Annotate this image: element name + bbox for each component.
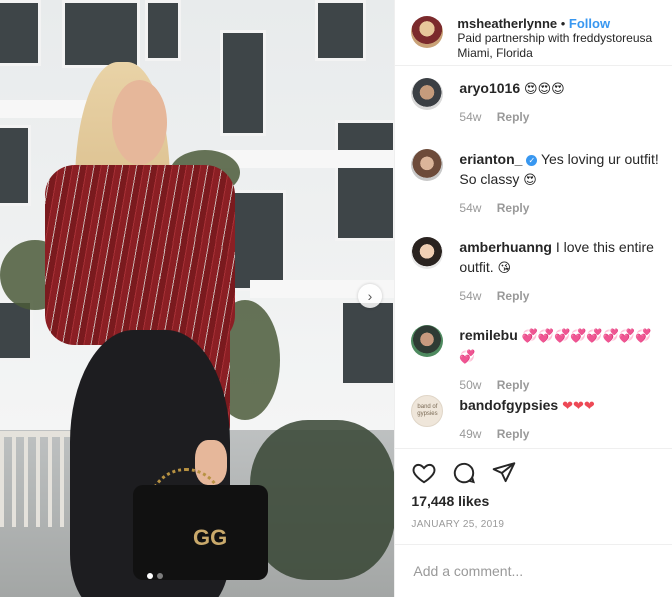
likes-count[interactable]: 17,448 likes [411,493,656,509]
comment-meta: 54w Reply [459,286,664,306]
comment: band of gypsies bandofgypsies ❤❤❤ 49w Re… [411,395,664,444]
post-actions: 17,448 likes JANUARY 25, 2019 [395,448,672,530]
comment-age[interactable]: 49w [459,427,481,441]
building-window [230,190,286,291]
carousel-dot-active [147,573,153,579]
comment-body: amberhuanng I love this entire outfit. 😘… [459,237,664,306]
post-header: msheatherlynne • Follow Paid partnership… [395,0,672,66]
comment: erianton_ ✓ Yes loving ur outfit! So cla… [411,149,664,218]
comment: remilebu 💞💞💞💞💞💞💞💞💞 50w Reply [411,325,664,395]
author-avatar[interactable] [411,16,444,48]
comment-emoji: 😍😍😍 [524,81,565,96]
comment-meta: 54w Reply [459,198,664,218]
comment-emoji: 😍 [523,172,537,187]
commenter-avatar[interactable] [411,325,444,357]
comment: amberhuanng I love this entire outfit. 😘… [411,237,664,306]
separator-dot: • [560,16,566,31]
paper-plane-icon[interactable] [491,460,517,486]
paid-partnership-label[interactable]: Paid partnership with freddystoreusa [457,31,652,46]
commenter-avatar[interactable] [411,78,444,110]
comment-username[interactable]: aryo1016 [459,80,520,96]
avatar-logo-text: band of gypsies [417,404,438,417]
instagram-post: GG › msheatherlynne • Follow Paid partne… [0,0,672,597]
carousel-dots [147,573,163,579]
comment-username[interactable]: bandofgypsies [459,397,558,413]
comment-username[interactable]: remilebu [459,327,517,343]
commenter-avatar[interactable] [411,149,444,181]
reply-button[interactable]: Reply [497,289,530,303]
shrub [250,420,395,580]
post-photo[interactable]: GG › [0,0,395,597]
building-window [315,0,366,61]
building-window [340,300,395,386]
commenter-avatar[interactable]: band of gypsies [411,395,444,427]
post-side-panel: msheatherlynne • Follow Paid partnership… [394,0,672,597]
comment-body: bandofgypsies ❤❤❤ 49w Reply [459,395,594,444]
next-photo-button[interactable]: › [358,284,382,308]
author-username[interactable]: msheatherlynne [457,16,557,31]
comment-emoji: ❤❤❤ [562,398,595,413]
building-window [220,30,266,136]
reply-button[interactable]: Reply [497,427,530,441]
building-window [0,125,31,206]
heart-icon[interactable] [411,460,437,486]
comment-meta: 54w Reply [459,107,564,127]
comment-body: aryo1016 😍😍😍 54w Reply [459,78,564,127]
gg-logo: GG [193,525,228,550]
follow-button[interactable]: Follow [569,16,610,31]
comment-body: erianton_ ✓ Yes loving ur outfit! So cla… [459,149,664,218]
comment-body: remilebu 💞💞💞💞💞💞💞💞💞 50w Reply [459,325,664,395]
reply-button[interactable]: Reply [497,110,530,124]
comment-meta: 49w Reply [459,424,594,444]
post-date[interactable]: JANUARY 25, 2019 [411,519,656,530]
location-link[interactable]: Miami, Florida [457,46,652,61]
comment-age[interactable]: 54w [459,289,481,303]
comment-emoji: 😘 [497,260,512,275]
building-window [0,0,41,66]
comment-username[interactable]: erianton_ [459,151,522,167]
comment-meta: 50w Reply [459,375,664,395]
face [112,80,167,165]
add-comment-bar [395,544,672,597]
action-icons [411,457,656,489]
add-comment-input[interactable] [411,562,646,580]
building-window [145,0,181,61]
comment-age[interactable]: 50w [459,378,481,392]
verified-badge-icon: ✓ [526,155,538,166]
carousel-dot [157,573,163,579]
reply-button[interactable]: Reply [497,378,530,392]
comment-age[interactable]: 54w [459,110,481,124]
comments-list[interactable]: aryo1016 😍😍😍 54w Reply erianton_ ✓ Yes l… [395,66,672,446]
commenter-avatar[interactable] [411,237,444,269]
comment-bubble-icon[interactable] [451,460,477,486]
building-window [335,120,395,241]
comment-age[interactable]: 54w [459,201,481,215]
chevron-right-icon: › [367,288,373,304]
comment: aryo1016 😍😍😍 54w Reply [411,78,664,127]
reply-button[interactable]: Reply [497,201,530,215]
building-window [62,0,140,68]
comment-username[interactable]: amberhuanng [459,239,552,255]
header-text: msheatherlynne • Follow Paid partnership… [457,16,652,61]
